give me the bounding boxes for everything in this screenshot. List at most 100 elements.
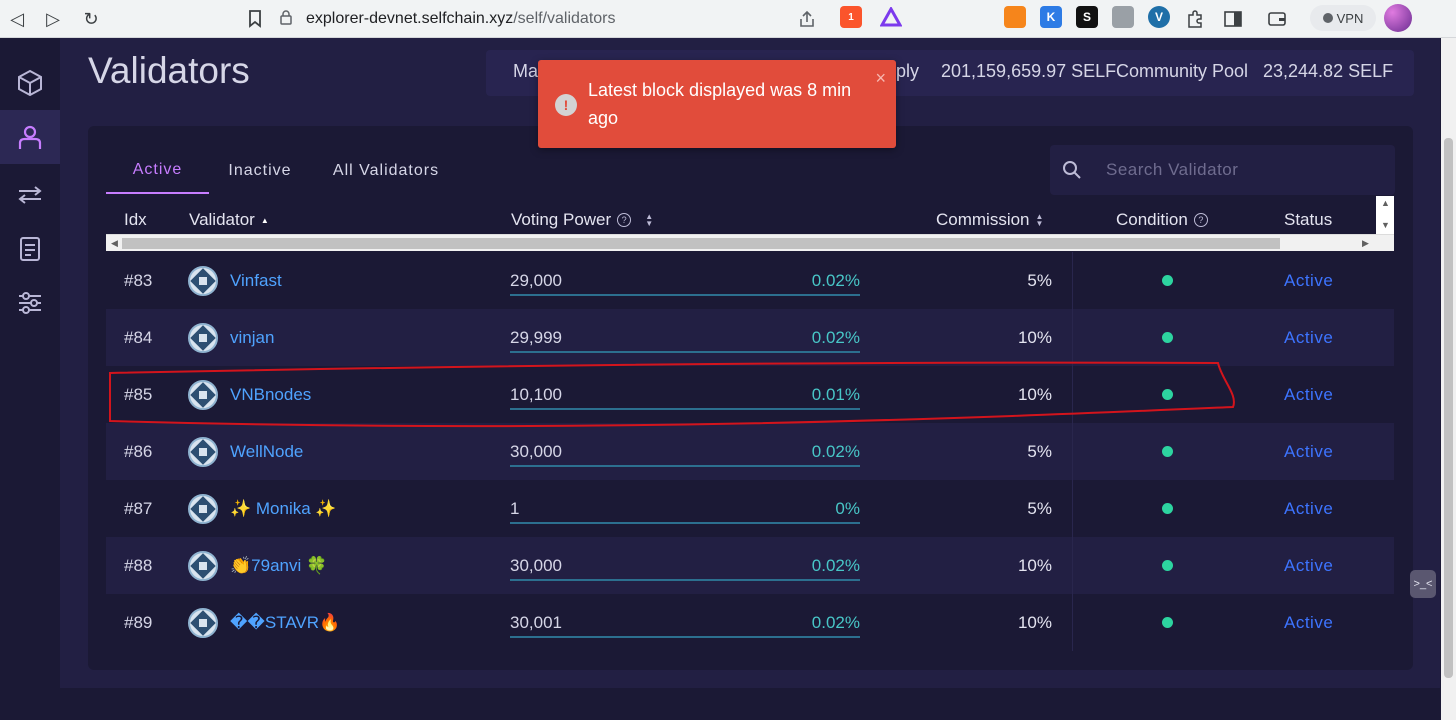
share-icon[interactable] <box>794 6 820 32</box>
assistant-icon[interactable]: >_< <box>1410 570 1436 598</box>
table-vertical-scrollbar[interactable]: ▲ ▼ <box>1376 196 1394 234</box>
sidebar-item-parameters[interactable] <box>0 276 60 330</box>
validator-link[interactable]: ��STAVR🔥 <box>230 594 340 651</box>
brave-shield-icon[interactable]: 1 <box>840 6 862 28</box>
brave-rewards-icon[interactable] <box>880 6 902 28</box>
table-horizontal-scrollbar[interactable]: ◀ ▶ <box>106 234 1394 251</box>
keplr-icon[interactable]: K <box>1040 6 1062 28</box>
search-box <box>1050 145 1395 195</box>
status-badge: Active <box>1284 612 1334 632</box>
validator-link[interactable]: ✨ Monika ✨ <box>230 480 337 537</box>
sidebar-item-validators[interactable] <box>0 110 60 164</box>
condition-dot-icon <box>1162 275 1173 286</box>
toast-notification: ! Latest block displayed was 8 min ago × <box>538 60 896 148</box>
status-badge: Active <box>1284 555 1334 575</box>
col-condition[interactable]: Condition ? <box>1116 210 1208 230</box>
sidebar-item-transactions[interactable] <box>0 168 60 222</box>
col-validator-label: Validator <box>189 210 255 229</box>
sidebar-item-top[interactable] <box>0 18 60 38</box>
validator-link[interactable]: 👏79anvi 🍀 <box>230 537 327 594</box>
table-row[interactable]: #83 Vinfast 29,000 0.02% 5% Active <box>106 252 1394 309</box>
voting-power: 1 0% <box>510 480 860 537</box>
wallet-icon[interactable] <box>1264 6 1290 32</box>
user-icon <box>18 125 42 149</box>
table-row[interactable]: #89 ��STAVR🔥 30,001 0.02% 10% Active <box>106 594 1394 651</box>
validator-logo-icon <box>188 550 218 581</box>
commission: 5% <box>1027 498 1052 518</box>
page-scrollbar[interactable] <box>1441 38 1456 720</box>
help-icon[interactable]: ? <box>617 213 632 227</box>
table-row[interactable]: #87 ✨ Monika ✨ 1 0% 5% Active <box>106 480 1394 537</box>
validator-link[interactable]: WellNode <box>230 423 303 480</box>
column-divider <box>1072 366 1073 423</box>
alert-icon: ! <box>555 94 577 116</box>
tab-inactive[interactable]: Inactive <box>216 148 304 194</box>
commission: 5% <box>1027 270 1052 290</box>
extension-v-icon[interactable]: V <box>1148 6 1170 28</box>
search-icon[interactable] <box>1050 160 1094 180</box>
col-status[interactable]: Status <box>1284 210 1332 230</box>
scroll-down-icon[interactable]: ▼ <box>1381 220 1390 230</box>
voting-power-value: 1 <box>510 498 520 518</box>
voting-power-bar <box>510 351 860 353</box>
sort-asc-icon[interactable]: ▲ <box>261 216 269 224</box>
address-bar[interactable]: explorer-devnet.selfchain.xyz/self/valid… <box>280 4 830 34</box>
validators-card: Active Inactive All Validators Idx Valid… <box>88 126 1413 670</box>
voting-power-bar <box>510 522 860 524</box>
voting-power-value: 30,001 <box>510 612 562 632</box>
voting-power: 29,000 0.02% <box>510 252 860 309</box>
column-divider <box>1072 252 1073 309</box>
scrollbar-thumb[interactable] <box>122 238 1280 249</box>
reload-icon[interactable]: ↻ <box>78 6 104 32</box>
table-row[interactable]: #84 vinjan 29,999 0.02% 10% Active <box>106 309 1394 366</box>
validator-logo-icon <box>188 265 218 296</box>
search-input[interactable] <box>1106 160 1376 180</box>
help-icon[interactable]: ? <box>1193 213 1208 227</box>
scroll-right-icon[interactable]: ▶ <box>1362 238 1369 249</box>
voting-power-value: 30,000 <box>510 441 562 461</box>
condition <box>1162 366 1173 423</box>
extension-s-icon[interactable]: S <box>1076 6 1098 28</box>
scroll-left-icon[interactable]: ◀ <box>111 238 118 249</box>
validator-link[interactable]: Vinfast <box>230 252 282 309</box>
sidebar-item-blocks[interactable] <box>0 56 60 110</box>
tab-all-validators[interactable]: All Validators <box>322 148 450 194</box>
sort-icon[interactable]: ▲ ▼ <box>1036 213 1044 228</box>
sort-icon[interactable]: ▲ ▼ <box>645 213 653 228</box>
profile-avatar[interactable] <box>1384 4 1412 32</box>
commission: 5% <box>1027 441 1052 461</box>
sidebar-toggle-icon[interactable] <box>1220 6 1246 32</box>
status-badge: Active <box>1284 270 1334 290</box>
bookmark-icon[interactable] <box>242 6 268 32</box>
validator-logo-icon <box>188 322 218 353</box>
page-scrollbar-thumb[interactable] <box>1444 138 1453 678</box>
col-voting-power[interactable]: Voting Power ? ▲ ▼ <box>511 210 653 230</box>
extensions-puzzle-icon[interactable] <box>1182 6 1208 32</box>
page-title: Validators <box>88 50 250 91</box>
status-badge: Active <box>1284 498 1334 518</box>
commission: 10% <box>1017 327 1052 347</box>
tab-active[interactable]: Active <box>106 148 209 194</box>
close-icon[interactable]: × <box>875 68 886 89</box>
voting-power-bar <box>510 579 860 581</box>
metamask-icon[interactable] <box>1004 6 1026 28</box>
col-idx[interactable]: Idx <box>124 210 147 230</box>
vpn-button[interactable]: VPN <box>1310 5 1376 31</box>
scroll-up-icon[interactable]: ▲ <box>1381 198 1390 208</box>
condition <box>1162 309 1173 366</box>
table-row[interactable]: #86 WellNode 30,000 0.02% 5% Active <box>106 423 1394 480</box>
validator-link[interactable]: vinjan <box>230 309 274 366</box>
col-validator[interactable]: Validator ▲ <box>189 210 269 230</box>
table-row[interactable]: #85 VNBnodes 10,100 0.01% 10% Active <box>106 366 1394 423</box>
extension-avatar-icon[interactable] <box>1112 6 1134 28</box>
voting-power: 10,100 0.01% <box>510 366 860 423</box>
row-idx: #85 <box>124 384 153 404</box>
document-icon <box>20 237 40 261</box>
table-row[interactable]: #88 👏79anvi 🍀 30,000 0.02% 10% Active <box>106 537 1394 594</box>
col-commission[interactable]: Commission ▲ ▼ <box>936 210 1043 230</box>
condition-dot-icon <box>1162 617 1173 628</box>
voting-power-pct: 0.02% <box>811 555 860 575</box>
lock-icon <box>280 10 292 28</box>
sidebar-item-governance[interactable] <box>0 222 60 276</box>
validator-link[interactable]: VNBnodes <box>230 366 311 423</box>
